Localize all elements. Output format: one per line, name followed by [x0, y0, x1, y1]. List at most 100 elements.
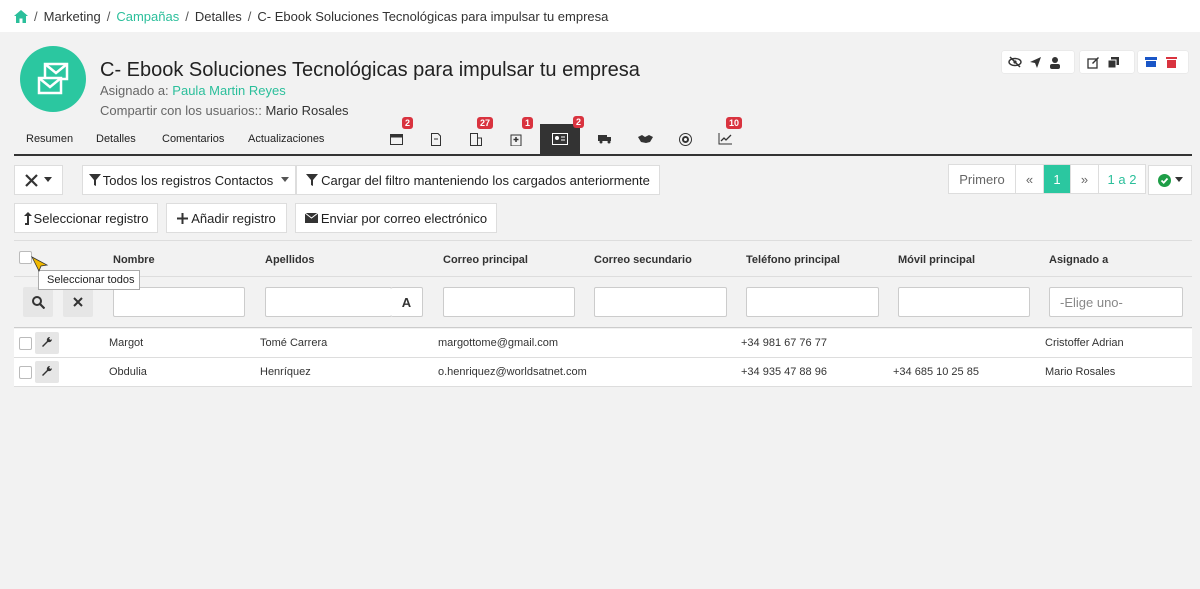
filter-correo-principal-input[interactable]: [443, 287, 575, 317]
breadcrumb-marketing[interactable]: Marketing: [44, 9, 101, 24]
column-movil-principal[interactable]: Móvil principal: [898, 254, 975, 266]
row-actions-button[interactable]: [35, 332, 59, 354]
add-record-button[interactable]: Añadir registro: [166, 203, 287, 233]
envelope-icon: [304, 213, 318, 223]
tab-products[interactable]: [592, 125, 618, 153]
tab-detalles[interactable]: Detalles: [96, 133, 136, 145]
clear-filter-button[interactable]: [63, 287, 93, 317]
close-icon: [73, 297, 83, 307]
shared-label: Compartir con los usuarios::: [100, 103, 262, 118]
filter-row: A -Elige uno-: [14, 278, 1192, 328]
document-icon: [431, 132, 441, 146]
filter-dropdown[interactable]: Todos los registros Contactos: [82, 165, 296, 195]
tools-dropdown-button[interactable]: [14, 165, 63, 195]
cell-correo-principal[interactable]: margottome@gmail.com: [438, 337, 558, 349]
send-email-button[interactable]: Enviar por correo electrónico: [295, 203, 497, 233]
row-actions-button[interactable]: [35, 361, 59, 383]
text-filter-button[interactable]: A: [391, 287, 423, 317]
tab-calendar[interactable]: 2: [383, 117, 413, 153]
row-checkbox[interactable]: [19, 366, 32, 379]
tab-comentarios[interactable]: Comentarios: [162, 133, 224, 145]
breadcrumb-separator: /: [185, 8, 189, 24]
pager-range: 1 a 2: [1107, 171, 1137, 187]
calendar-icon: [389, 134, 403, 145]
tools-icon: [25, 173, 38, 187]
column-correo-secundario[interactable]: Correo secundario: [594, 254, 692, 266]
caret-down-icon: [1174, 177, 1183, 182]
plus-icon: [177, 212, 189, 224]
mouse-pointer-icon: [31, 256, 49, 272]
cell-movil[interactable]: +34 685 10 25 85: [893, 366, 979, 378]
badge-calendar: 2: [401, 117, 413, 129]
action-group-1: [1002, 51, 1074, 73]
assigned-user-link[interactable]: Paula Martin Reyes: [172, 83, 285, 98]
search-button[interactable]: [23, 287, 53, 317]
assigned-label: Asignado a:: [100, 83, 169, 98]
pager-next[interactable]: »: [1071, 165, 1099, 193]
tab-targets[interactable]: [672, 125, 698, 153]
column-telefono-principal[interactable]: Teléfono principal: [746, 254, 840, 266]
paper-plane-icon[interactable]: [1028, 55, 1042, 69]
check-status-dropdown[interactable]: [1148, 165, 1192, 195]
tab-contacts[interactable]: 2: [540, 116, 584, 154]
home-icon[interactable]: [14, 9, 28, 23]
filter-nombre-input[interactable]: [113, 287, 245, 317]
trash-icon[interactable]: [1164, 55, 1178, 69]
check-circle-icon: [1157, 173, 1171, 187]
breadcrumb-separator: /: [247, 8, 252, 24]
pagination: Primero « 1 » 1 a 2: [948, 164, 1146, 194]
column-apellidos[interactable]: Apellidos: [265, 254, 315, 266]
shared-user: Mario Rosales: [265, 103, 349, 118]
filter-movil-input[interactable]: [898, 287, 1030, 317]
breadcrumb-current: C- Ebook Soluciones Tecnológicas para im…: [257, 8, 609, 24]
tab-companies[interactable]: 27: [463, 117, 493, 153]
breadcrumb-separator: /: [106, 8, 111, 24]
archive-icon[interactable]: [1144, 55, 1158, 69]
filter-correo-secundario-input[interactable]: [594, 287, 727, 317]
table-row[interactable]: Margot Tomé Carrera margottome@gmail.com…: [14, 329, 1192, 358]
cell-asignado: Mario Rosales: [1045, 366, 1116, 378]
filter-dropdown-label: Todos los registros Contactos: [102, 172, 274, 188]
column-nombre[interactable]: Nombre: [113, 254, 155, 266]
pager-current[interactable]: 1: [1044, 165, 1071, 193]
select-record-label: Seleccionar registro: [33, 210, 149, 226]
filter-apellidos-input[interactable]: [265, 287, 392, 317]
cell-telefono[interactable]: +34 935 47 88 96: [741, 366, 827, 378]
column-asignado-a[interactable]: Asignado a: [1049, 254, 1108, 266]
building-icon: [470, 132, 482, 146]
select-record-button[interactable]: Seleccionar registro: [14, 203, 158, 233]
breadcrumb-campanas[interactable]: Campañas: [116, 9, 179, 24]
edit-icon[interactable]: [1086, 55, 1100, 69]
breadcrumb-detalles[interactable]: Detalles: [195, 9, 242, 24]
cell-correo-principal[interactable]: o.henriquez@worldsatnet.com: [438, 366, 587, 378]
filter-telefono-input[interactable]: [746, 287, 879, 317]
tab-accounts[interactable]: 1: [503, 117, 533, 153]
user-secret-icon[interactable]: [1048, 55, 1062, 69]
id-card-icon: [552, 133, 568, 145]
column-correo-principal[interactable]: Correo principal: [443, 254, 528, 266]
tab-resumen[interactable]: Resumen: [26, 133, 73, 145]
caret-down-icon: [281, 177, 290, 182]
cell-asignado: Cristoffer Adrian: [1045, 337, 1124, 349]
tab-actualizaciones[interactable]: Actualizaciones: [248, 133, 324, 145]
tab-deals[interactable]: [632, 125, 658, 153]
breadcrumb-separator: /: [34, 8, 38, 24]
wrench-icon: [42, 337, 53, 347]
page-title: C- Ebook Soluciones Tecnológicas para im…: [100, 59, 640, 81]
tab-stats[interactable]: 10: [712, 117, 742, 153]
copy-icon[interactable]: [1106, 55, 1120, 69]
tab-documents[interactable]: [423, 125, 449, 153]
hospital-icon: [510, 134, 522, 146]
pager-first[interactable]: Primero: [949, 165, 1016, 193]
row-checkbox[interactable]: [19, 337, 32, 350]
table-row[interactable]: Obdulia Henríquez o.henriquez@worldsatne…: [14, 358, 1192, 387]
filter-asignado-select[interactable]: -Elige uno-: [1049, 287, 1183, 317]
pager-prev[interactable]: «: [1016, 165, 1044, 193]
cell-telefono[interactable]: +34 981 67 76 77: [741, 337, 827, 349]
cell-nombre: Margot: [109, 337, 144, 349]
add-record-label: Añadir registro: [191, 210, 276, 226]
eye-slash-icon[interactable]: [1008, 55, 1022, 69]
chart-line-icon: [718, 133, 732, 145]
campaign-avatar: [20, 46, 86, 112]
load-filter-button[interactable]: Cargar del filtro manteniendo los cargad…: [296, 165, 660, 195]
